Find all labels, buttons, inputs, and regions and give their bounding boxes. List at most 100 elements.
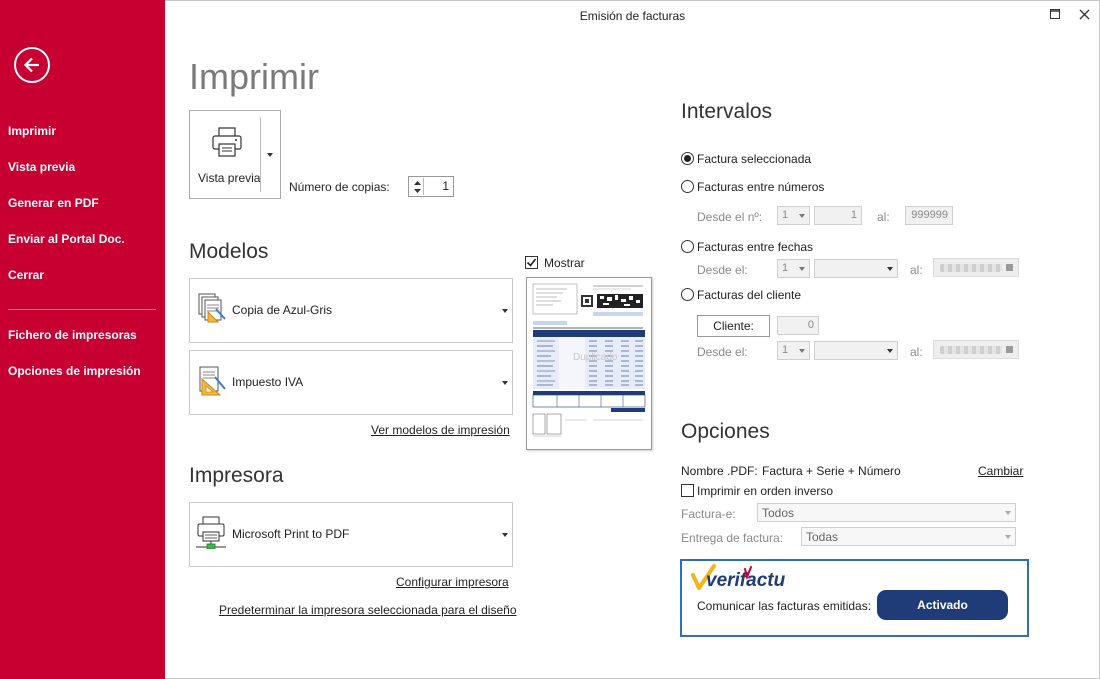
change-pdf-name-link[interactable]: Cambiar (978, 464, 1023, 478)
radio-invoices-by-number-label: Facturas entre números (697, 180, 825, 194)
sidebar: Imprimir Vista previa Generar en PDF Env… (0, 0, 165, 679)
number-to-value: 999999 (911, 209, 948, 221)
number-series-select[interactable]: 1 (777, 206, 810, 225)
chevron-down-icon (502, 381, 508, 385)
chevron-down-icon (887, 267, 893, 271)
sidebar-item-generar-pdf[interactable]: Generar en PDF (8, 196, 99, 210)
verifactu-activated-button[interactable]: Activado (877, 590, 1008, 620)
show-preview-checkbox[interactable] (525, 256, 538, 269)
default-printer-link[interactable]: Predeterminar la impresora seleccionada … (219, 603, 517, 617)
radio-selected-invoice[interactable] (681, 152, 694, 165)
sidebar-divider (8, 309, 156, 310)
client-code-value: 0 (807, 319, 814, 331)
chevron-down-icon (1005, 511, 1011, 515)
intervals-heading: Intervalos (681, 100, 773, 123)
date-series-select[interactable]: 1 (777, 259, 810, 278)
close-icon (1079, 9, 1089, 19)
radio-invoices-by-client[interactable] (681, 288, 694, 301)
view-models-link[interactable]: Ver modelos de impresión (371, 423, 510, 437)
client-series-select[interactable]: 1 (777, 341, 810, 360)
pdf-name-label: Nombre .PDF: (681, 464, 758, 478)
preview-button[interactable]: Vista previa (190, 111, 260, 198)
copies-stepper[interactable]: 1 (408, 176, 454, 197)
radio-selected-invoice-label: Factura seleccionada (697, 152, 812, 166)
preview-watermark: Duplicado (573, 352, 618, 363)
close-button[interactable] (1074, 5, 1094, 23)
blurred-date (940, 264, 1002, 272)
document-copies-icon (198, 293, 226, 323)
reverse-order-label: Imprimir en orden inverso (697, 484, 834, 498)
sidebar-item-opciones-impresion[interactable]: Opciones de impresión (8, 364, 141, 378)
chevron-down-icon (799, 267, 805, 271)
back-button[interactable] (14, 47, 50, 83)
title-bar: Emisión de facturas (165, 0, 1100, 32)
printer-icon (212, 127, 242, 157)
verifactu-logo: verifactu (691, 564, 786, 591)
client-button[interactable]: Cliente: (697, 315, 770, 337)
sidebar-item-vista-previa[interactable]: Vista previa (8, 160, 75, 174)
copies-value[interactable]: 1 (442, 179, 449, 193)
reverse-order-checkbox[interactable] (681, 484, 694, 497)
date-series-value: 1 (782, 262, 789, 274)
delivery-select[interactable]: Todas (801, 527, 1016, 546)
chevron-down-icon (887, 349, 893, 353)
chevron-down-icon (799, 349, 805, 353)
sidebar-item-imprimir[interactable]: Imprimir (8, 124, 56, 138)
preview-dropdown-button[interactable] (261, 111, 280, 198)
chevron-down-icon (267, 153, 273, 157)
chevron-down-icon (1005, 535, 1011, 539)
efactura-label: Factura-e: (681, 507, 736, 521)
model-combo-1[interactable]: Copia de Azul-Gris (189, 278, 513, 343)
options-heading: Opciones (681, 420, 770, 443)
stepper-down-icon[interactable] (412, 187, 422, 195)
client-date-from-label: Desde el: (697, 345, 748, 359)
models-heading: Modelos (189, 240, 269, 263)
sidebar-item-fichero-impresoras[interactable]: Fichero de impresoras (8, 328, 137, 342)
calendar-icon[interactable] (1006, 264, 1013, 271)
model-combo-2[interactable]: Impuesto IVA (189, 350, 513, 415)
radio-dot (684, 155, 691, 162)
page-title: Imprimir (189, 56, 319, 97)
chevron-down-icon (502, 533, 508, 537)
printer-combo[interactable]: Microsoft Print to PDF (189, 502, 513, 567)
radio-invoices-by-date-label: Facturas entre fechas (697, 240, 814, 254)
date-to-input[interactable] (933, 258, 1019, 277)
sidebar-item-cerrar[interactable]: Cerrar (8, 268, 44, 282)
delivery-label: Entrega de factura: (681, 531, 784, 545)
blurred-date (940, 346, 1002, 354)
date-from-label: Desde el: (697, 263, 748, 277)
radio-invoices-by-client-label: Facturas del cliente (697, 288, 802, 302)
client-code-input[interactable]: 0 (777, 316, 819, 335)
maximize-icon (1050, 9, 1060, 19)
number-to-label: al: (877, 210, 890, 224)
network-printer-icon (196, 516, 226, 549)
date-to-label: al: (910, 263, 923, 277)
client-series-value: 1 (782, 344, 789, 356)
calendar-icon[interactable] (1006, 346, 1013, 353)
printer-name: Microsoft Print to PDF (232, 527, 350, 541)
chevron-down-icon (502, 309, 508, 313)
efactura-select[interactable]: Todos (757, 503, 1016, 522)
model-name: Impuesto IVA (232, 375, 304, 389)
number-to-input[interactable]: 999999 (905, 206, 953, 225)
sidebar-item-enviar-portal[interactable]: Enviar al Portal Doc. (8, 232, 125, 246)
efactura-value: Todos (762, 506, 795, 520)
invoice-preview-graphic: Duplicado (532, 283, 646, 437)
radio-invoices-by-date[interactable] (681, 240, 694, 253)
radio-invoices-by-number[interactable] (681, 180, 694, 193)
stepper-arrows (410, 178, 424, 195)
number-from-label: Desde el nº: (697, 210, 763, 224)
stepper-up-icon[interactable] (412, 179, 422, 187)
maximize-button[interactable] (1045, 5, 1065, 23)
date-from-select[interactable] (814, 259, 898, 278)
checkmark-icon (526, 258, 537, 267)
tax-ruler-icon (199, 366, 226, 396)
configure-printer-link[interactable]: Configurar impresora (396, 575, 509, 589)
pdf-name-value: Factura + Serie + Número (762, 464, 901, 478)
client-date-to-input[interactable] (933, 340, 1019, 359)
model-name: Copia de Azul-Gris (232, 303, 333, 317)
printer-heading: Impresora (189, 464, 284, 487)
number-from-input[interactable]: 1 (814, 206, 862, 225)
client-date-from-select[interactable] (814, 341, 898, 360)
show-preview-label: Mostrar (544, 256, 585, 270)
